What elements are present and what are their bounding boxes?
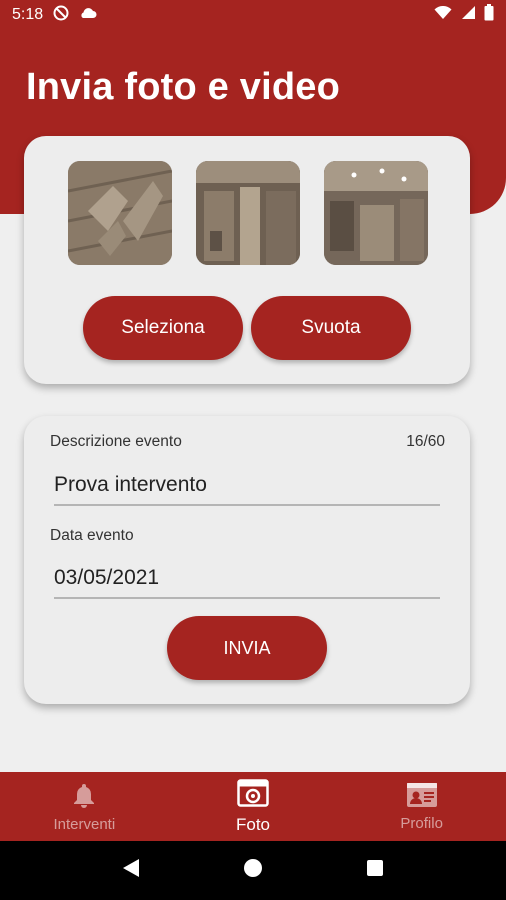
description-label: Descrizione evento (50, 433, 182, 450)
nav-item-interventi[interactable]: Interventi (0, 772, 169, 841)
date-input[interactable] (54, 563, 440, 599)
date-label: Data evento (50, 527, 134, 544)
description-counter: 16/60 (406, 433, 445, 450)
photo-3-image (324, 161, 428, 265)
home-icon[interactable] (242, 857, 264, 884)
wifi-icon (434, 5, 452, 25)
status-right (434, 4, 494, 26)
nav-label-interventi: Interventi (53, 815, 116, 833)
no-disturb-icon (53, 5, 69, 26)
photos-card: Seleziona Svuota (24, 136, 470, 384)
nav-label-profilo: Profilo (400, 814, 443, 832)
form-card: Descrizione evento 16/60 Data evento INV… (24, 416, 470, 704)
status-time: 5:18 (12, 6, 44, 23)
page-title: Invia foto e video (26, 66, 340, 108)
photo-thumbnail[interactable] (68, 161, 172, 265)
signal-icon (460, 5, 476, 25)
cloud-icon (79, 6, 97, 25)
recents-icon[interactable] (365, 858, 385, 883)
nav-item-foto[interactable]: Foto (169, 772, 338, 841)
status-left: 5:18 (12, 5, 97, 26)
bottom-nav: Interventi Foto Profilo (0, 772, 506, 841)
description-input[interactable] (54, 470, 440, 506)
submit-button[interactable]: INVIA (167, 616, 327, 680)
select-button[interactable]: Seleziona (83, 296, 243, 360)
status-bar: 5:18 (0, 0, 506, 30)
nav-item-profilo[interactable]: Profilo (337, 772, 506, 841)
battery-icon (484, 4, 494, 26)
nav-label-foto: Foto (235, 814, 271, 834)
back-icon[interactable] (121, 857, 141, 884)
photo-1-image (68, 161, 172, 265)
system-nav-bar (0, 841, 506, 900)
bell-icon (70, 781, 98, 813)
photo-thumbnail[interactable] (324, 161, 428, 265)
id-card-icon (406, 782, 438, 812)
photo-thumbnail[interactable] (196, 161, 300, 265)
photo-2-image (196, 161, 300, 265)
clear-button[interactable]: Svuota (251, 296, 411, 360)
camera-icon (237, 778, 269, 812)
